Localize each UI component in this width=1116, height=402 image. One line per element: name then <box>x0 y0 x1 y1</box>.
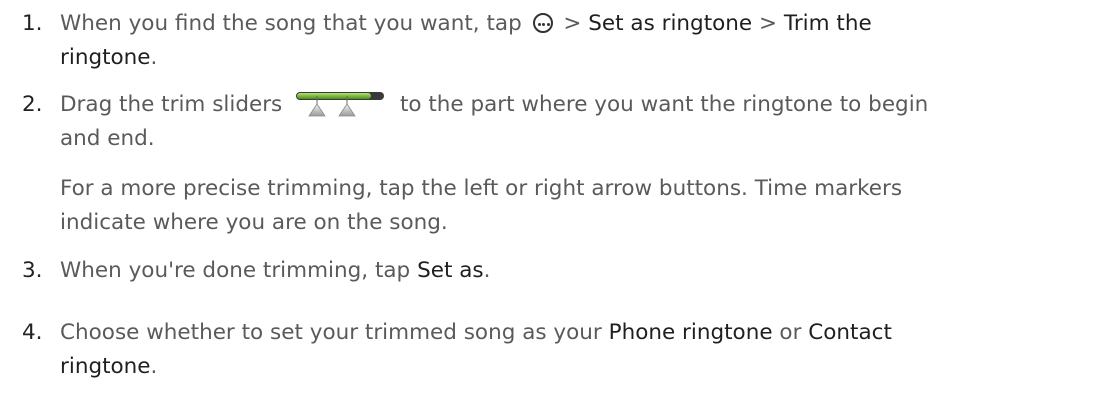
more-options-icon <box>532 13 553 33</box>
step-text: When you're done trimming, tap <box>60 258 411 283</box>
ui-label-set-as-ringtone: Set as ringtone <box>588 11 753 36</box>
step-text: to the part where you want the ringtone … <box>399 92 929 117</box>
step-1-line-2: ringtone. <box>60 41 157 75</box>
ui-label-contact: Contact <box>808 320 892 345</box>
step-2-line-2: and end. <box>60 122 155 156</box>
step-4-line-2: ringtone. <box>60 350 157 384</box>
ui-label-phone-ringtone: Phone ringtone <box>608 320 773 345</box>
period: . <box>150 45 158 70</box>
step-3-line-1: When you're done trimming, tap Set as. <box>60 254 490 288</box>
step-text: Drag the trim sliders <box>60 92 283 117</box>
period: . <box>483 258 491 283</box>
ui-label-set-as: Set as <box>417 258 484 283</box>
step-text: Choose whether to set your trimmed song … <box>60 320 602 345</box>
step-number: 1. <box>22 11 43 36</box>
step-4-line-1: Choose whether to set your trimmed song … <box>60 316 892 350</box>
separator: > <box>758 11 777 36</box>
step-2-line-1: Drag the trim sliders to the part where … <box>60 88 928 122</box>
ui-label-trim-the: Trim the <box>783 11 872 36</box>
step-number: 4. <box>22 320 43 345</box>
ui-label-ringtone: ringtone <box>60 354 151 379</box>
step-text: and end. <box>60 126 155 151</box>
note-text: For a more precise trimming, tap the lef… <box>60 176 903 201</box>
trim-sliders-icon <box>296 92 385 117</box>
note-text: indicate where you are on the song. <box>60 210 448 235</box>
step-number: 3. <box>22 258 43 283</box>
step-1-line-1: When you find the song that you want, ta… <box>60 7 872 41</box>
step-text: When you find the song that you want, ta… <box>60 11 522 36</box>
ui-label-ringtone: ringtone <box>60 45 151 70</box>
step-text: or <box>779 320 802 345</box>
step-2-note-line-2: indicate where you are on the song. <box>60 206 448 240</box>
period: . <box>150 354 158 379</box>
step-2-note-line-1: For a more precise trimming, tap the lef… <box>60 172 902 206</box>
separator: > <box>563 11 582 36</box>
step-number: 2. <box>22 92 43 117</box>
